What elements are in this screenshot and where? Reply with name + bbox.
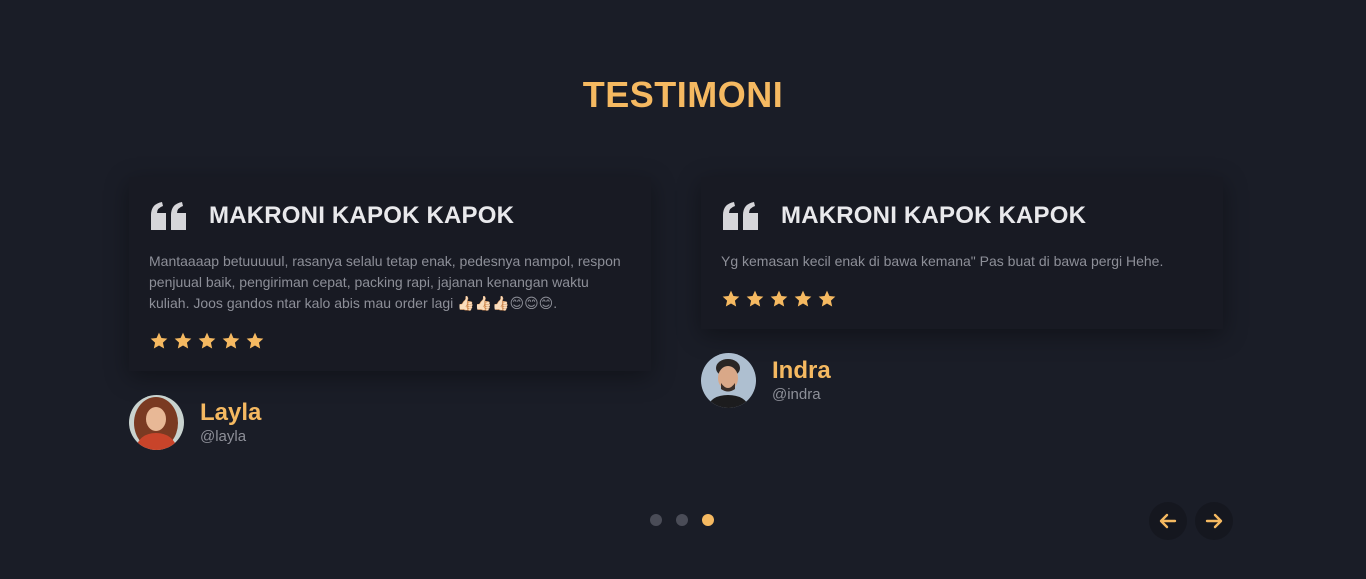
avatar bbox=[129, 395, 184, 450]
testimonial-text: Mantaaaap betuuuuul, rasanya selalu teta… bbox=[149, 253, 621, 311]
star-icon bbox=[722, 290, 740, 307]
author-info: Indra @indra bbox=[772, 357, 831, 404]
pagination-dot-1[interactable] bbox=[650, 514, 662, 526]
arrow-left-icon bbox=[1159, 513, 1177, 529]
star-icon bbox=[246, 332, 264, 349]
star-rating bbox=[149, 331, 631, 351]
star-rating bbox=[721, 289, 1203, 309]
star-icon bbox=[746, 290, 764, 307]
testimonial-card: MAKRONI KAPOK KAPOK Yg kemasan kecil ena… bbox=[701, 177, 1223, 329]
card-header: MAKRONI KAPOK KAPOK bbox=[721, 201, 1203, 231]
star-icon bbox=[198, 332, 216, 349]
star-icon bbox=[818, 290, 836, 307]
avatar bbox=[701, 353, 756, 408]
arrow-right-icon bbox=[1205, 513, 1223, 529]
prev-button[interactable] bbox=[1149, 502, 1187, 540]
quote-icon bbox=[721, 201, 761, 231]
quote-icon bbox=[149, 201, 189, 231]
star-icon bbox=[770, 290, 788, 307]
testimonial-title: MAKRONI KAPOK KAPOK bbox=[209, 202, 515, 229]
section-title: TESTIMONI bbox=[582, 74, 784, 115]
testimonial-card: MAKRONI KAPOK KAPOK Mantaaaap betuuuuul,… bbox=[129, 177, 651, 371]
testimonial-author: Indra @indra bbox=[701, 353, 1223, 408]
next-button[interactable] bbox=[1195, 502, 1233, 540]
carousel-pagination bbox=[650, 514, 714, 526]
pagination-dot-2[interactable] bbox=[676, 514, 688, 526]
star-icon bbox=[150, 332, 168, 349]
author-name: Layla bbox=[200, 399, 262, 426]
star-icon bbox=[174, 332, 192, 349]
testimonial-slide: MAKRONI KAPOK KAPOK Mantaaaap betuuuuul,… bbox=[129, 177, 651, 450]
author-name: Indra bbox=[772, 357, 831, 384]
star-icon bbox=[222, 332, 240, 349]
author-info: Layla @layla bbox=[200, 399, 262, 446]
testimonial-title: MAKRONI KAPOK KAPOK bbox=[781, 202, 1087, 229]
author-handle: @layla bbox=[200, 428, 247, 445]
author-handle: @indra bbox=[772, 386, 821, 403]
card-header: MAKRONI KAPOK KAPOK bbox=[149, 201, 631, 231]
testimonial-section: TESTIMONI MAKRONI KAPOK KAPOK Mantaaaap … bbox=[0, 0, 1366, 579]
testimonial-slide: MAKRONI KAPOK KAPOK Yg kemasan kecil ena… bbox=[701, 177, 1223, 408]
star-icon bbox=[794, 290, 812, 307]
pagination-dot-3[interactable] bbox=[702, 514, 714, 526]
testimonial-author: Layla @layla bbox=[129, 395, 651, 450]
testimonial-text: Yg kemasan kecil enak di bawa kemana" Pa… bbox=[721, 253, 1164, 269]
